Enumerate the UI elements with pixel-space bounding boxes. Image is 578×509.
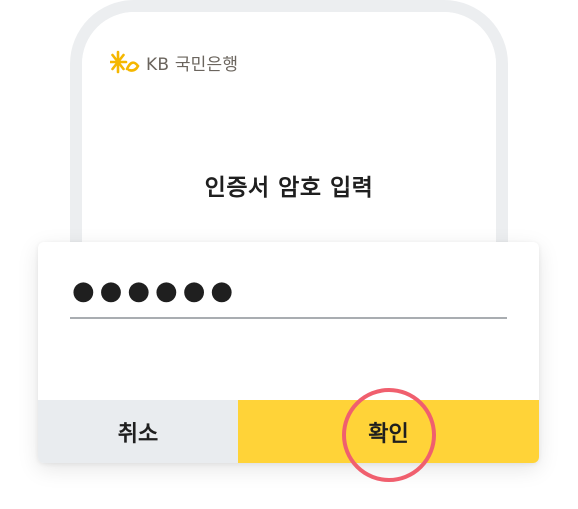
- kb-star-icon: [110, 50, 140, 74]
- cancel-button[interactable]: 취소: [38, 400, 238, 463]
- bank-logo: KB 국민은행: [110, 48, 238, 76]
- page-title: 인증서 암호 입력: [204, 175, 374, 201]
- password-input[interactable]: ●●●●●●: [70, 270, 507, 316]
- input-underline: [70, 317, 507, 319]
- password-value: ●●●●●●: [72, 276, 239, 306]
- bank-name: KB 국민은행: [146, 54, 239, 75]
- confirm-button[interactable]: 확인: [238, 400, 539, 463]
- password-dialog: ●●●●●● 취소 확인: [38, 242, 539, 463]
